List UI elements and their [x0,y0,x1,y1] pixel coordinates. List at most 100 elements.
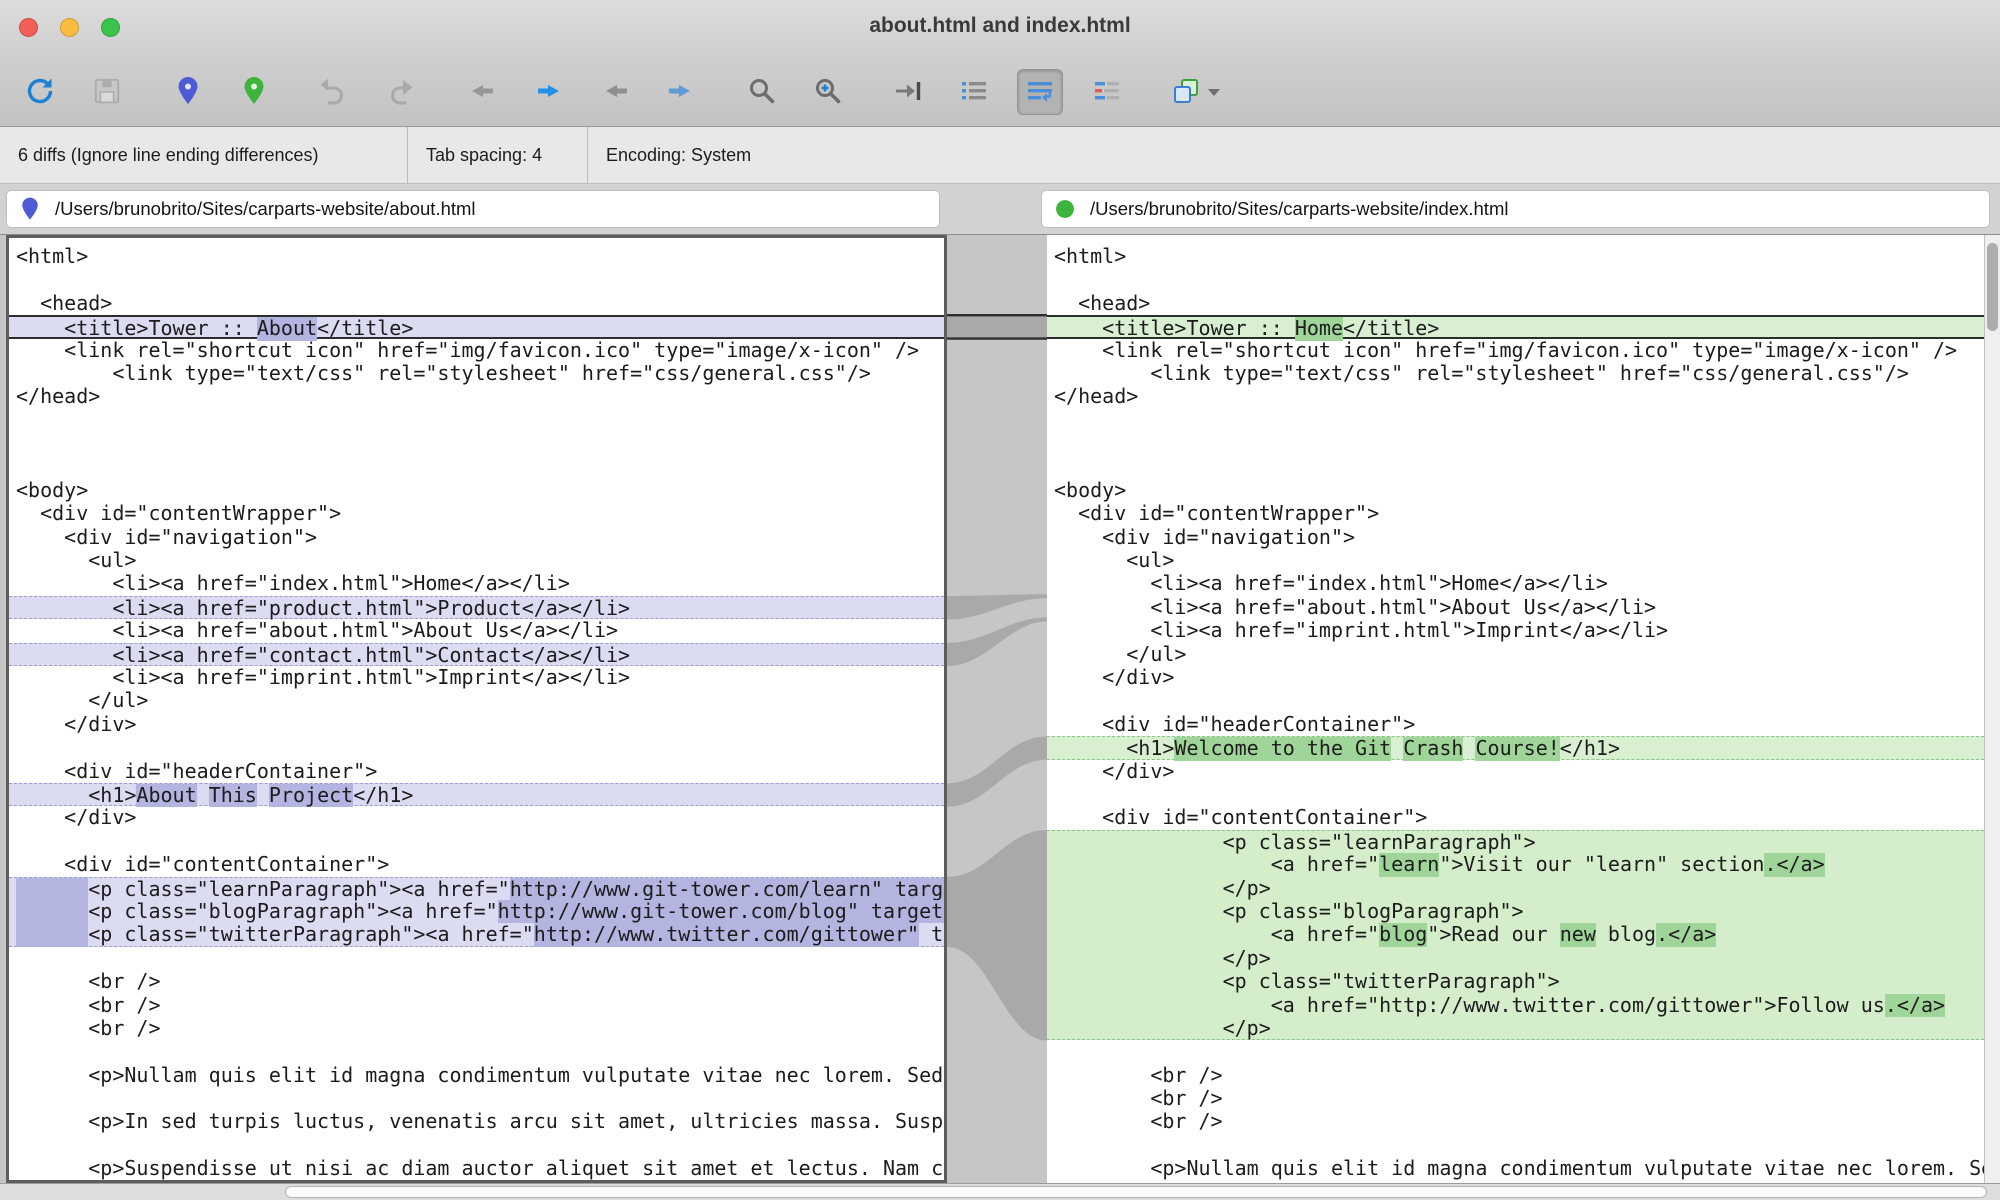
code-line: <html> [1047,245,1984,268]
code-line: <div id="contentContainer"> [1047,806,1984,829]
previous-diff-button[interactable] [459,69,505,115]
code-line [1047,409,1984,432]
horizontal-scrollbar-handle[interactable] [285,1186,1987,1198]
code-line: <p class="twitterParagraph"> [1047,970,1984,993]
inline-changes-icon [1091,75,1123,110]
code-line: <h1>Welcome to the Git Crash Course!</h1… [1047,736,1984,759]
redo-button[interactable] [379,69,425,115]
code-line: </ul> [1047,643,1984,666]
code-line: </head> [9,385,944,408]
word-wrap-button[interactable] [1017,69,1063,115]
search-icon [746,75,778,110]
code-line [9,268,944,291]
code-line: <p>In sed turpis luctus, venenatis arcu … [9,1110,944,1133]
code-line: <title>Tower :: About</title> [9,315,944,338]
code-line: <li><a href="product.html">Product</a></… [9,596,944,619]
code-line: <p class="blogParagraph"> [1047,900,1984,923]
code-line: <li><a href="about.html">About Us</a></l… [9,619,944,642]
code-line: <div id="headerContainer"> [9,760,944,783]
code-line: </head> [1047,385,1984,408]
find-button[interactable] [739,69,785,115]
code-line: <div id="contentWrapper"> [1047,502,1984,525]
choose-left-button[interactable] [165,69,211,115]
choose-right-icon [238,75,270,110]
code-line: <br /> [9,994,944,1017]
previous-change-button[interactable] [593,69,639,115]
find-next-button[interactable] [805,69,851,115]
code-line: </div> [1047,666,1984,689]
code-pane-left[interactable]: <html> <head> <title>Tower :: About</tit… [6,235,947,1183]
code-line: <div id="navigation"> [9,526,944,549]
code-line [9,456,944,479]
code-line [9,947,944,970]
right-file-path-field[interactable]: /Users/brunobrito/Sites/carparts-website… [1041,190,1990,228]
code-pane-right[interactable]: <html> <head> <title>Tower :: Home</titl… [1047,235,1984,1183]
goto-line-button[interactable] [886,69,932,115]
code-line: <br /> [1047,1064,1984,1087]
horizontal-scrollbar[interactable] [0,1183,2000,1200]
diff-window: about.html and index.html [0,0,2000,1200]
code-line: <li><a href="imprint.html">Imprint</a></… [9,666,944,689]
next-diff-button[interactable] [526,69,572,115]
sync-icon [24,75,56,110]
diff-area: <html> <head> <title>Tower :: About</tit… [0,235,2000,1183]
diff-connectors [947,235,1047,1183]
code-line: <p class="blogParagraph"><a href="http:/… [9,900,944,923]
code-line: <p class="learnParagraph"> [1047,830,1984,853]
left-file-path: /Users/brunobrito/Sites/carparts-website… [55,198,476,220]
code-line: <head> [1047,292,1984,315]
code-line: </div> [9,806,944,829]
code-line [9,830,944,853]
code-line: <div id="contentContainer"> [9,853,944,876]
code-line: <ul> [9,549,944,572]
arrow-right-icon [533,75,565,110]
status-bar: 6 diffs (Ignore line ending differences)… [0,127,2000,184]
choose-right-button[interactable] [231,69,277,115]
code-line [9,1040,944,1063]
code-line: </p> [1047,1017,1984,1040]
code-line: <a href="http://www.twitter.com/gittower… [1047,994,1984,1017]
code-line: <a href="learn">Visit our "learn" sectio… [1047,853,1984,876]
code-line: </p> [1047,877,1984,900]
code-line: </ul> [9,689,944,712]
undo-icon [316,75,348,110]
code-line [9,409,944,432]
code-line [1047,268,1984,291]
code-line: <li><a href="index.html">Home</a></li> [1047,572,1984,595]
redo-icon [386,75,418,110]
inline-changes-button[interactable] [1084,69,1130,115]
code-line [1047,783,1984,806]
encoding-label: Encoding: System [588,127,769,183]
code-line [9,736,944,759]
code-line [1047,1040,1984,1063]
code-line: <li><a href="contact.html">Contact</a></… [9,643,944,666]
search-plus-icon [812,75,844,110]
toolbar [0,56,2000,127]
code-line [9,432,944,455]
code-line: <link type="text/css" rel="stylesheet" h… [1047,362,1984,385]
vertical-scrollbar[interactable] [1984,235,2000,1183]
undo-button[interactable] [309,69,355,115]
code-line [1047,689,1984,712]
goto-line-icon [893,75,925,110]
arrow-left-icon [466,75,498,110]
refresh-button[interactable] [17,69,63,115]
next-change-button[interactable] [657,69,703,115]
vertical-scrollbar-handle[interactable] [1987,243,1998,331]
file-path-bar: /Users/brunobrito/Sites/carparts-website… [0,184,2000,235]
code-line: <ul> [1047,549,1984,572]
right-file-path: /Users/brunobrito/Sites/carparts-website… [1090,198,1508,220]
code-line: <head> [9,292,944,315]
code-line [9,1134,944,1157]
left-file-path-field[interactable]: /Users/brunobrito/Sites/carparts-website… [6,190,940,228]
code-line: </div> [1047,760,1984,783]
copy-merge-button[interactable] [1160,69,1230,115]
diff-count-label: 6 diffs (Ignore line ending differences) [0,127,408,183]
code-line: </p> [1047,947,1984,970]
save-button[interactable] [84,69,130,115]
choose-left-icon [172,75,204,110]
line-numbers-button[interactable] [951,69,997,115]
code-line: <br /> [1047,1110,1984,1133]
code-line: <p class="twitterParagraph"><a href="htt… [9,923,944,946]
word-wrap-icon [1024,75,1056,110]
